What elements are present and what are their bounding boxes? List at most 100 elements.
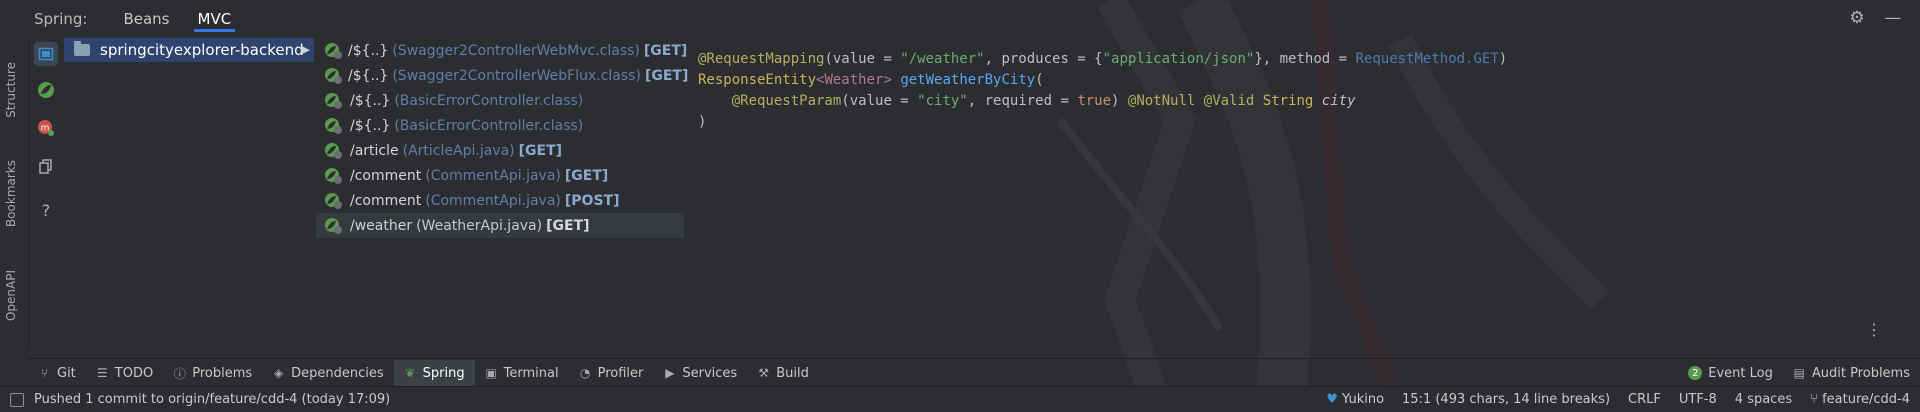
code-enum: RequestMethod.GET (1355, 51, 1499, 67)
bookmarks-tab[interactable]: Bookmarks (4, 160, 18, 227)
tool-windows-toggle-icon[interactable] (10, 393, 24, 407)
mapping-controller: (BasicErrorController.class) (394, 92, 584, 109)
caret-position[interactable]: 15:1 (493 chars, 14 line breaks) (1402, 392, 1610, 407)
file-encoding[interactable]: UTF-8 (1679, 392, 1717, 407)
code-type: ResponseEntity (698, 72, 817, 88)
svg-text:m: m (41, 124, 50, 134)
mapping-path: /article (350, 142, 399, 159)
code-text: (value = (841, 93, 918, 109)
copy-icon[interactable] (34, 154, 58, 178)
project-item[interactable]: springcityexplorer-backend ▶ (64, 38, 314, 62)
show-module-icon[interactable] (34, 42, 58, 66)
code-text: ) (1111, 93, 1128, 109)
branch-name: feature/cdd-4 (1822, 392, 1910, 407)
toolwindow-label: Event Log (1708, 365, 1773, 381)
more-vertical-icon[interactable]: ⋮ (1866, 322, 1882, 338)
toolwindow-label: Profiler (597, 365, 644, 381)
bookmarks-tab-label: Bookmarks (4, 160, 18, 228)
mapping-row[interactable]: /comment (CommentApi.java) [POST] (316, 188, 684, 213)
folder-icon (74, 41, 90, 56)
toolwindow-audit-problems[interactable]: ▤ Audit Problems (1783, 360, 1920, 386)
toolwindow-label: Terminal (503, 365, 559, 381)
spring-leaf-icon (324, 117, 346, 135)
code-text: , required = (967, 93, 1078, 109)
code-method-name: getWeatherByCity (900, 72, 1036, 88)
code-line-2: ResponseEntity<Weather> getWeatherByCity… (698, 70, 1507, 91)
toolwindow-label: Spring (422, 365, 465, 381)
code-text: ( (1035, 72, 1044, 88)
openapi-tab-label: OpenAPI (4, 270, 18, 322)
code-line-3: @RequestParam(value = "city", required =… (698, 91, 1507, 112)
status-widgets: ♥ Yukino 15:1 (493 chars, 14 line breaks… (1326, 387, 1910, 412)
toolwindow-git[interactable]: ⑂ Git (28, 360, 86, 386)
toolwindow-label: Dependencies (291, 365, 384, 381)
mapping-row-selected[interactable]: /weather (WeatherApi.java) [GET] (316, 213, 684, 238)
code-string: "application/json" (1102, 51, 1255, 67)
spring-leaf-icon (324, 92, 346, 110)
spring-leaf-icon (324, 217, 346, 235)
toolwindow-profiler[interactable]: ◔ Profiler (569, 360, 654, 386)
code-text: , produces = { (984, 51, 1103, 67)
mapping-path: /${..} (348, 42, 389, 59)
tool-window-bar-right: 2 Event Log ▤ Audit Problems (1678, 360, 1920, 386)
line-separator[interactable]: CRLF (1628, 392, 1661, 407)
theme-widget[interactable]: ♥ Yukino (1326, 392, 1384, 407)
terminal-icon: ▣ (485, 366, 497, 380)
toolwindow-build[interactable]: ⚒ Build (747, 360, 819, 386)
view-options-column: m ? (30, 38, 62, 348)
mapping-controller: (Swagger2ControllerWebFlux.class) (392, 67, 641, 84)
git-branch-widget[interactable]: ⑂ feature/cdd-4 (1810, 392, 1910, 407)
mapping-row[interactable]: /${..} (BasicErrorController.class) (316, 113, 684, 138)
toolwindow-dependencies[interactable]: ◈ Dependencies (262, 360, 394, 386)
code-string: "/weather" (900, 51, 985, 67)
toolwindow-services[interactable]: ▶ Services (653, 360, 747, 386)
code-param: city (1321, 93, 1356, 109)
toolwindow-label: Audit Problems (1811, 365, 1910, 381)
audit-icon: ▤ (1793, 366, 1806, 380)
profiler-icon: ◔ (579, 366, 591, 380)
spring-leaf-icon (324, 192, 346, 210)
spring-leaf-icon: ❦ (405, 366, 416, 380)
spring-leaf-icon[interactable] (34, 78, 58, 102)
indent-setting[interactable]: 4 spaces (1735, 392, 1792, 407)
code-annotation: @NotNull (1127, 93, 1196, 109)
play-icon: ▶ (665, 366, 675, 380)
mapping-method: [GET] (643, 42, 688, 59)
mapping-controller: (WeatherApi.java) (416, 217, 543, 234)
code-text: (value = (824, 51, 901, 67)
spring-leaf-icon (324, 67, 344, 85)
toolwindow-terminal[interactable]: ▣ Terminal (475, 360, 569, 386)
mapping-row[interactable]: /${..} (BasicErrorController.class) (316, 88, 684, 113)
project-name: springcityexplorer-backend (100, 41, 304, 59)
status-message[interactable]: Pushed 1 commit to origin/feature/cdd-4 … (34, 392, 390, 407)
mapping-row[interactable]: /${..} (Swagger2ControllerWebMvc.class) … (316, 38, 688, 63)
mapping-icon[interactable]: m (34, 116, 58, 140)
mapping-path: /${..} (350, 117, 391, 134)
mapping-row[interactable]: /article (ArticleApi.java) [GET] (316, 138, 684, 163)
chevron-right-icon: ▶ (301, 43, 310, 56)
structure-tab[interactable]: Structure (4, 62, 18, 118)
code-generic: <Weather> (816, 72, 892, 88)
event-count-badge: 2 (1688, 366, 1703, 380)
minimize-icon[interactable]: — (1884, 8, 1902, 28)
git-branch-icon: ⑂ (40, 366, 49, 380)
gear-icon[interactable]: ⚙ (1848, 8, 1866, 28)
tool-window-bar: ⑂ Git ☰ TODO ⓘ Problems ◈ Dependencies ❦ Spri… (28, 358, 1920, 387)
help-icon[interactable]: ? (34, 198, 58, 222)
code-type: String (1262, 93, 1314, 109)
toolwindow-problems[interactable]: ⓘ Problems (163, 360, 262, 386)
mapping-path: /${..} (348, 67, 389, 84)
mapping-row[interactable]: /comment (CommentApi.java) [GET] (316, 163, 684, 188)
code-line-1: @RequestMapping(value = "/weather", prod… (698, 49, 1507, 70)
toolwindow-todo[interactable]: ☰ TODO (86, 360, 163, 386)
spring-leaf-icon (324, 42, 344, 60)
toolwindow-event-log[interactable]: 2 Event Log (1678, 360, 1783, 386)
toolwindow-label: Build (776, 365, 809, 381)
tab-mvc[interactable]: MVC (184, 0, 246, 38)
mapping-row[interactable]: /${..} (Swagger2ControllerWebFlux.class)… (316, 63, 688, 88)
toolwindow-label: TODO (114, 365, 154, 381)
tab-beans[interactable]: Beans (109, 0, 183, 38)
toolwindow-spring[interactable]: ❦ Spring (393, 360, 475, 386)
code-string: "city" (917, 93, 968, 109)
openapi-tab[interactable]: OpenAPI (4, 270, 18, 321)
